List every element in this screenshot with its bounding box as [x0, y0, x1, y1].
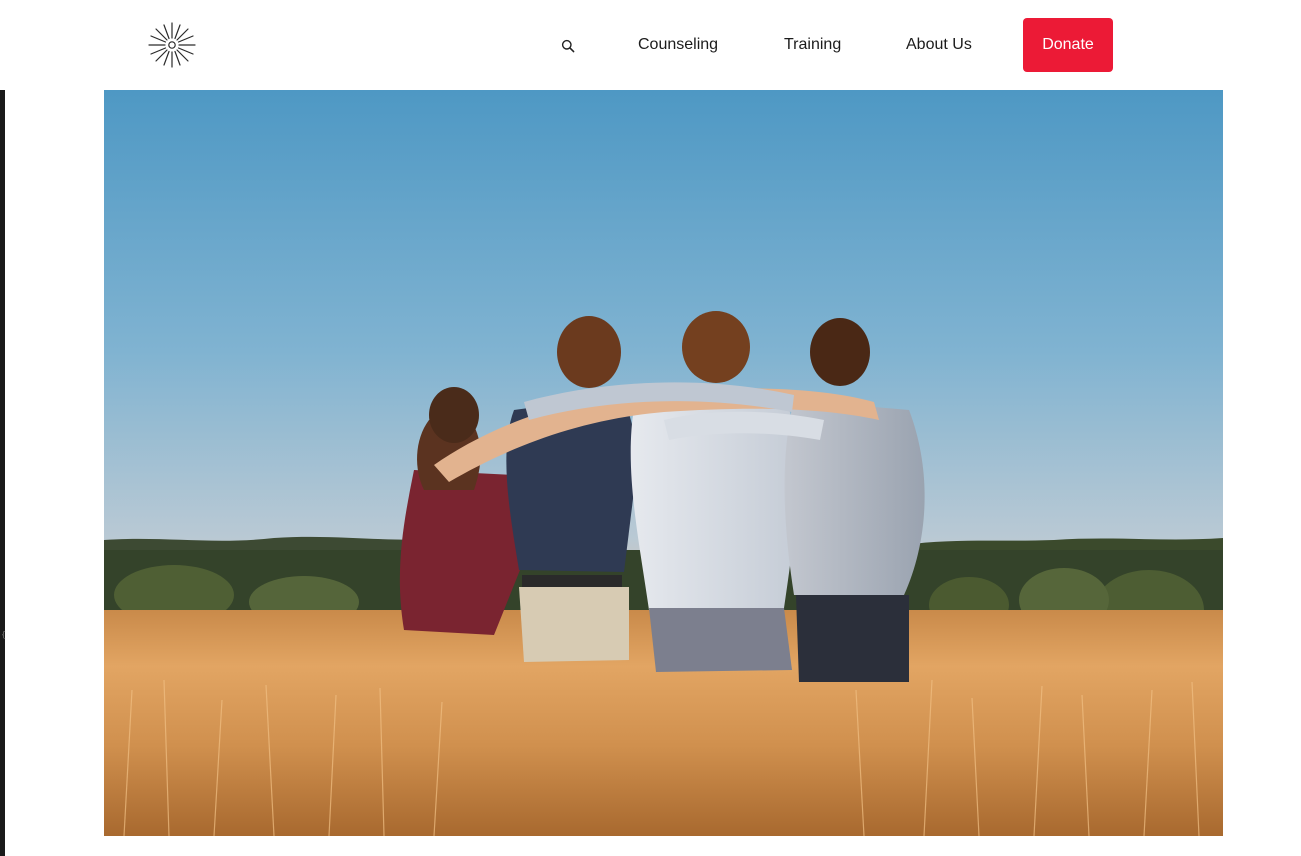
search-icon[interactable] [561, 39, 575, 53]
nav-training[interactable]: Training [784, 35, 841, 55]
nav-counseling[interactable]: Counseling [638, 35, 718, 55]
edge-mark: { [1, 630, 7, 639]
donate-button[interactable]: Donate [1023, 18, 1113, 72]
nav-about-us[interactable]: About Us [906, 35, 972, 55]
site-header: Counseling Training About Us Donate [0, 0, 1301, 90]
hero-image [104, 90, 1223, 836]
window-edge [0, 0, 5, 856]
starburst-logo-icon[interactable] [147, 21, 197, 71]
hero-illustration [104, 90, 1223, 836]
